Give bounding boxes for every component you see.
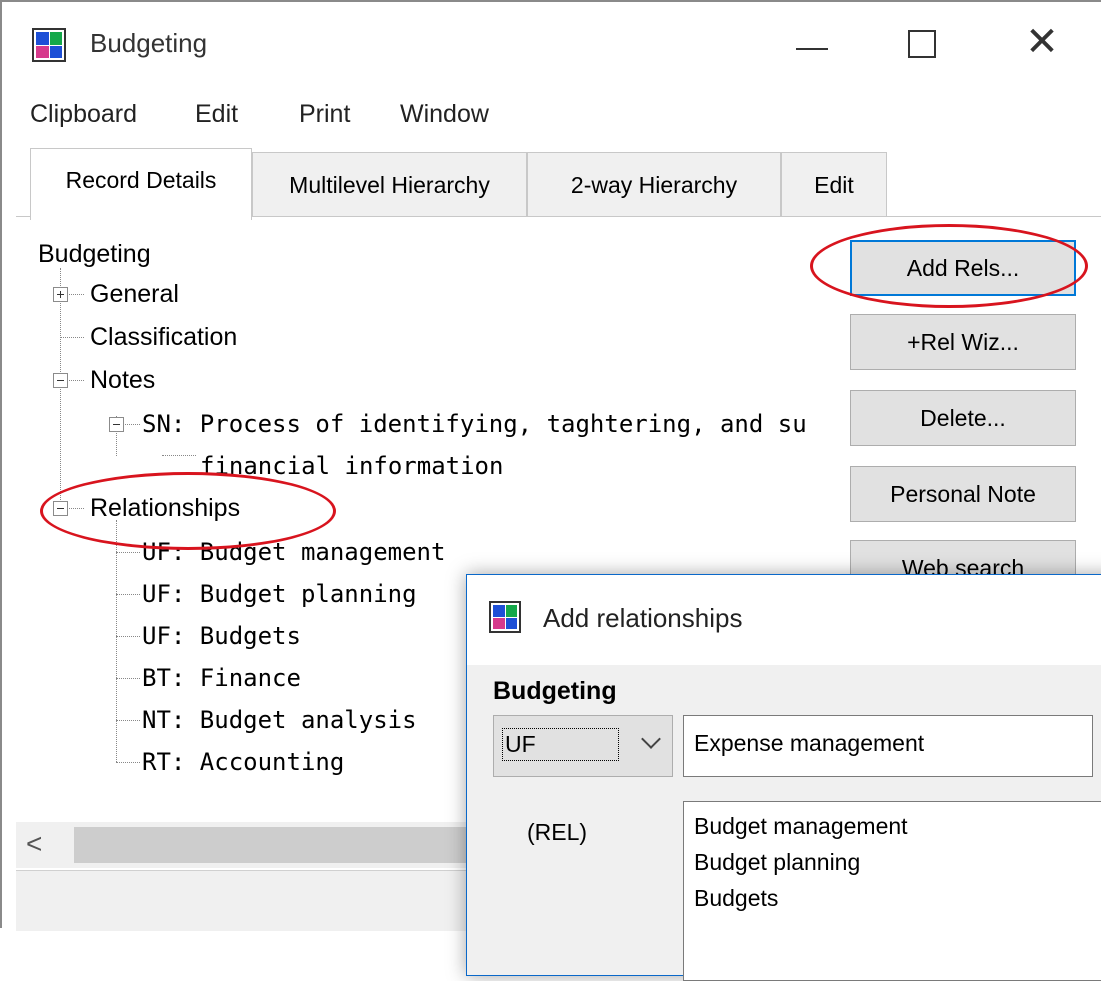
tree-node-scope-note[interactable]: SN: Process of identifying, taghtering, …	[142, 410, 807, 438]
list-item[interactable]: Budget planning	[694, 844, 1092, 880]
tree-node-relation[interactable]: UF: Budgets	[142, 622, 301, 650]
dialog-term-label: Budgeting	[493, 677, 617, 705]
tab-2-way-hierarchy[interactable]: 2-way Hierarchy	[527, 152, 781, 216]
tree-connector	[60, 337, 84, 338]
add-rels-button[interactable]: Add Rels...	[850, 240, 1076, 296]
list-item[interactable]: Budgets	[694, 880, 1092, 916]
chevron-down-icon[interactable]	[644, 732, 658, 746]
title-bar[interactable]: Budgeting ✕	[2, 2, 1101, 94]
tree-node-relation[interactable]: NT: Budget analysis	[142, 706, 417, 734]
existing-relations-list[interactable]: Budget management Budget planning Budget…	[683, 801, 1101, 981]
tree-root-budgeting[interactable]: Budgeting	[38, 240, 151, 269]
tree-connector	[116, 720, 140, 721]
maximize-icon[interactable]	[902, 24, 942, 64]
tree-connector	[60, 268, 61, 508]
rel-wiz-button[interactable]: +Rel Wiz...	[850, 314, 1076, 370]
close-icon[interactable]: ✕	[1022, 22, 1062, 64]
rel-label: (REL)	[527, 819, 588, 845]
collapse-minus-icon[interactable]	[53, 373, 68, 388]
tree-node-relation[interactable]: BT: Finance	[142, 664, 301, 692]
dialog-title: Add relationships	[543, 603, 743, 633]
minimize-icon[interactable]	[792, 24, 832, 64]
personal-note-button[interactable]: Personal Note	[850, 466, 1076, 522]
menu-clipboard[interactable]: Clipboard	[30, 100, 137, 129]
scroll-thumb[interactable]	[74, 827, 476, 863]
tree-node-relation[interactable]: RT: Accounting	[142, 748, 344, 776]
tab-record-details[interactable]: Record Details	[30, 148, 252, 220]
tree-node-relation[interactable]: UF: Budget planning	[142, 580, 417, 608]
delete-button[interactable]: Delete...	[850, 390, 1076, 446]
window-title: Budgeting	[90, 28, 208, 58]
menu-print[interactable]: Print	[299, 100, 350, 129]
scroll-left-icon[interactable]: <	[26, 828, 42, 860]
tree-node-relation[interactable]: UF: Budget management	[142, 538, 445, 566]
app-icon	[32, 28, 66, 62]
budgeting-window: Budgeting ✕ Clipboard Edit Print Window …	[0, 0, 1101, 981]
tree-connector	[116, 552, 140, 553]
menu-edit[interactable]: Edit	[195, 100, 238, 129]
menu-bar: Clipboard Edit Print Window	[2, 98, 1101, 138]
tree-connector	[162, 455, 196, 456]
dialog-app-icon	[489, 601, 521, 633]
horizontal-scrollbar[interactable]: <	[16, 822, 476, 868]
relationship-type-value: UF	[502, 728, 619, 761]
tree-connector	[116, 762, 140, 763]
tree-connector	[116, 636, 140, 637]
collapse-minus-icon[interactable]	[109, 417, 124, 432]
tree-node-notes[interactable]: Notes	[90, 366, 155, 395]
tree-node-relationships[interactable]: Relationships	[90, 494, 240, 523]
menu-window[interactable]: Window	[400, 100, 489, 129]
dialog-title-bar[interactable]: Add relationships	[467, 575, 1101, 665]
expand-plus-icon[interactable]	[53, 287, 68, 302]
relationship-type-select[interactable]: UF	[493, 715, 673, 777]
list-item[interactable]: Budget management	[694, 808, 1092, 844]
tree-connector	[116, 678, 140, 679]
tree-node-general[interactable]: General	[90, 280, 179, 309]
tree-connector	[116, 520, 117, 762]
add-relationships-dialog: Add relationships Budgeting UF Expense m…	[466, 574, 1101, 981]
collapse-minus-icon[interactable]	[53, 501, 68, 516]
tab-edit[interactable]: Edit	[781, 152, 887, 216]
tree-connector	[116, 594, 140, 595]
related-term-input[interactable]: Expense management	[683, 715, 1093, 777]
tree-node-scope-note-cont[interactable]: financial information	[200, 452, 503, 480]
status-bar	[16, 870, 466, 931]
tab-multilevel-hierarchy[interactable]: Multilevel Hierarchy	[252, 152, 527, 216]
tree-node-classification[interactable]: Classification	[90, 323, 237, 352]
